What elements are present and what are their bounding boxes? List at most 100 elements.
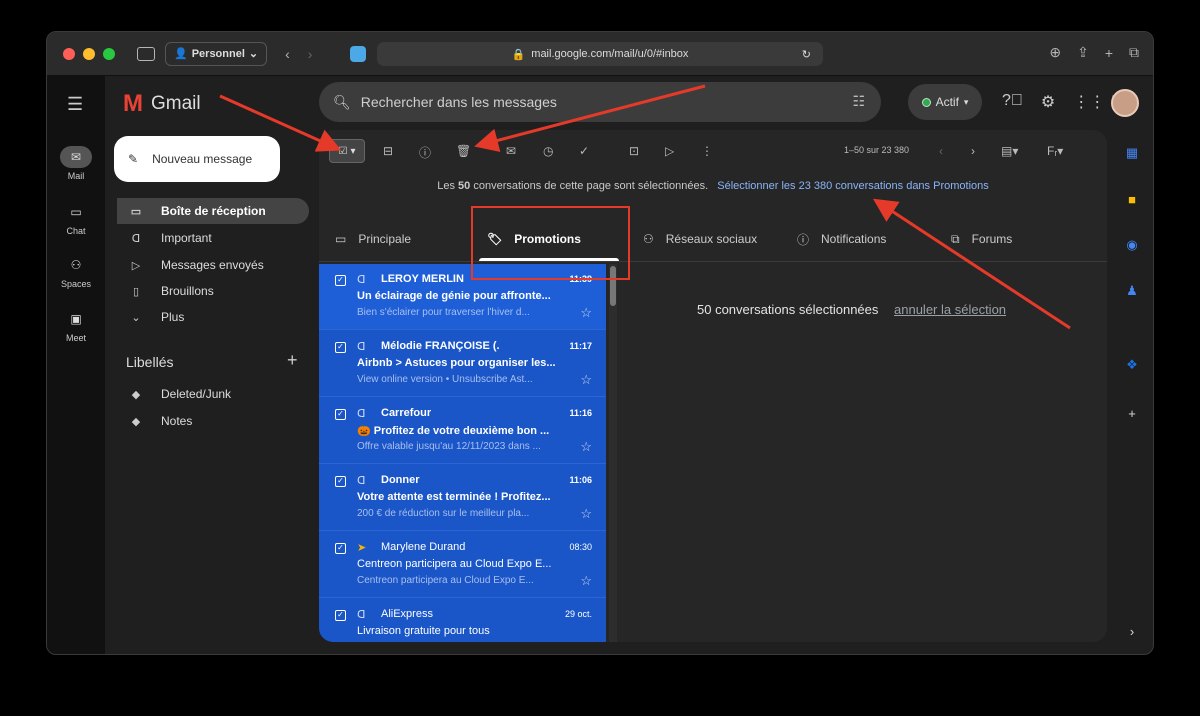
tab-principale[interactable]: ▭ Principale: [335, 216, 411, 262]
search-input[interactable]: Rechercher dans les messages: [361, 94, 557, 110]
row-checkbox[interactable]: ✓: [335, 409, 346, 420]
account-avatar[interactable]: [1111, 89, 1139, 117]
table-row[interactable]: ✓ ᗡ Carrefour 11:16 🎃 Profitez de votre …: [319, 398, 606, 464]
minimize-window-button[interactable]: [83, 47, 95, 60]
row-checkbox[interactable]: ✓: [335, 543, 346, 554]
expand-panel-icon[interactable]: ›: [1121, 620, 1143, 642]
email-subject: Un éclairage de génie pour affronte...: [357, 290, 551, 302]
status-button[interactable]: Actif ▾: [908, 84, 982, 120]
nav-item-sent[interactable]: ▷ Messages envoyés: [117, 252, 309, 278]
tab-forums[interactable]: ⧉ Forums: [951, 216, 1012, 262]
important-marker-icon[interactable]: ᗡ: [357, 340, 365, 353]
star-icon[interactable]: ☆: [580, 372, 592, 388]
compose-button[interactable]: ✎ Nouveau message: [114, 136, 280, 182]
important-marker-icon[interactable]: ᗡ: [357, 273, 365, 286]
browser-window: 👤 Personnel ⌄ ‹ › 🔒 mail.google.com/mail…: [46, 31, 1154, 655]
chevron-down-icon: ⌄: [248, 48, 259, 60]
nav-item-drafts[interactable]: ▯ Brouillons: [117, 278, 309, 304]
snooze-icon[interactable]: ◷: [543, 144, 553, 158]
dropbox-icon[interactable]: ❖: [1121, 354, 1143, 376]
email-sender: Mélodie FRANÇOISE (.: [381, 340, 500, 352]
tab-overview-icon[interactable]: ⧉: [1129, 44, 1139, 61]
inbox-icon: ▭: [130, 205, 142, 218]
forward-icon[interactable]: ›: [308, 46, 313, 62]
search-options-icon[interactable]: ☷: [852, 93, 865, 110]
label-item-deleted-junk[interactable]: ◆ Deleted/Junk: [117, 381, 309, 407]
search-icon[interactable]: 🔍︎: [333, 94, 351, 111]
table-row[interactable]: ✓ ᗡ Donner 11:06 Votre attente est termi…: [319, 465, 606, 531]
help-icon[interactable]: ?⃝: [1002, 92, 1023, 112]
chat-icon: ▭: [70, 205, 82, 219]
row-checkbox[interactable]: ✓: [335, 610, 346, 621]
nav-item-more[interactable]: ⌄ Plus: [117, 304, 309, 330]
sidebar-toggle-icon[interactable]: [137, 46, 155, 61]
important-marker-icon[interactable]: ➤: [357, 541, 366, 554]
calendar-icon[interactable]: ▦: [1121, 142, 1143, 164]
nav-item-important[interactable]: ᗡ Important: [117, 225, 309, 251]
keep-icon[interactable]: ■: [1121, 188, 1143, 210]
input-tools-icon[interactable]: Fᵣ▾: [1047, 144, 1063, 158]
rail-item-spaces[interactable]: ⚇ Spaces: [47, 254, 105, 289]
back-icon[interactable]: ‹: [285, 46, 290, 62]
row-checkbox[interactable]: ✓: [335, 476, 346, 487]
select-all-conversations-link[interactable]: Sélectionner les 23 380 conversations da…: [717, 180, 989, 192]
label-item-notes[interactable]: ◆ Notes: [117, 408, 309, 434]
table-row[interactable]: ✓ ᗡ Mélodie FRANÇOISE (. 11:17 Airbnb > …: [319, 331, 606, 397]
rail-item-mail[interactable]: ✉ Mail: [47, 146, 105, 181]
nav-item-inbox[interactable]: ▭ Boîte de réception: [117, 198, 309, 224]
selection-summary: 50 conversations sélectionnées annuler l…: [697, 302, 1006, 317]
new-tab-icon[interactable]: +: [1105, 44, 1113, 61]
label-as-icon[interactable]: ▷: [665, 144, 674, 158]
important-marker-icon[interactable]: ᗡ: [357, 407, 365, 420]
gmail-logo[interactable]: M Gmail: [123, 90, 201, 118]
row-checkbox[interactable]: ✓: [335, 342, 346, 353]
add-addon-icon[interactable]: +: [1121, 402, 1143, 424]
next-page-icon[interactable]: ›: [971, 144, 975, 158]
settings-gear-icon[interactable]: ⚙: [1041, 92, 1055, 112]
previous-page-icon[interactable]: ‹: [939, 144, 943, 158]
star-icon[interactable]: ☆: [580, 573, 592, 589]
contacts-icon[interactable]: ♟: [1121, 280, 1143, 302]
important-marker-icon[interactable]: ᗡ: [357, 474, 365, 487]
table-row[interactable]: ✓ ᗡ AliExpress 29 oct. Livraison gratuit…: [319, 599, 606, 642]
move-to-icon[interactable]: ⊡: [629, 144, 639, 158]
delete-icon[interactable]: 🗑︎: [456, 144, 471, 158]
add-label-icon[interactable]: +: [287, 350, 298, 371]
star-icon[interactable]: ☆: [580, 305, 592, 321]
email-sender: Donner: [381, 474, 420, 486]
gmail-m-icon: M: [123, 90, 143, 117]
message-list-scrollbar[interactable]: [609, 264, 617, 642]
add-to-tasks-icon[interactable]: ✓: [579, 144, 589, 158]
reload-icon[interactable]: ↻: [802, 48, 811, 61]
select-all-checkbox[interactable]: ☑ ▾: [329, 139, 365, 163]
status-label: Actif: [935, 95, 959, 109]
table-row[interactable]: ✓ ➤ Marylene Durand 08:30 Centreon parti…: [319, 532, 606, 598]
address-bar[interactable]: 🔒 mail.google.com/mail/u/0/#inbox ↻: [377, 42, 823, 66]
rail-item-meet[interactable]: ▣ Meet: [47, 308, 105, 343]
report-spam-icon[interactable]: ⓘ: [419, 144, 431, 161]
tab-notifications[interactable]: ⓘ Notifications: [797, 216, 886, 262]
site-favicon-icon[interactable]: [350, 46, 366, 62]
more-options-icon[interactable]: ⋮: [701, 144, 713, 158]
rail-label: Spaces: [60, 279, 92, 289]
mark-read-icon[interactable]: ✉: [506, 144, 516, 158]
row-checkbox[interactable]: ✓: [335, 275, 346, 286]
main-menu-icon[interactable]: ☰: [67, 94, 83, 115]
star-icon[interactable]: ☆: [580, 439, 592, 455]
archive-icon[interactable]: ⊟: [383, 144, 393, 158]
important-marker-icon[interactable]: ᗡ: [357, 608, 365, 621]
share-icon[interactable]: ⇪: [1077, 44, 1089, 61]
search-bar[interactable]: 🔍︎ Rechercher dans les messages ☷: [319, 82, 881, 122]
tab-reseaux-sociaux[interactable]: ⚇ Réseaux sociaux: [643, 216, 757, 262]
app-rail: ✉ Mail ▭ Chat ⚇ Spaces ▣ Meet: [47, 76, 105, 654]
close-window-button[interactable]: [63, 47, 75, 60]
download-icon[interactable]: ⊕: [1049, 44, 1061, 61]
profile-button[interactable]: 👤 Personnel ⌄: [165, 41, 268, 66]
cancel-selection-link[interactable]: annuler la sélection: [894, 302, 1006, 317]
rail-item-chat[interactable]: ▭ Chat: [47, 201, 105, 236]
density-toggle-icon[interactable]: ▤▾: [1001, 144, 1018, 158]
url-text: mail.google.com/mail/u/0/#inbox: [531, 48, 689, 60]
star-icon[interactable]: ☆: [580, 506, 592, 522]
zoom-window-button[interactable]: [103, 47, 115, 60]
tasks-icon[interactable]: ◉: [1121, 234, 1143, 256]
